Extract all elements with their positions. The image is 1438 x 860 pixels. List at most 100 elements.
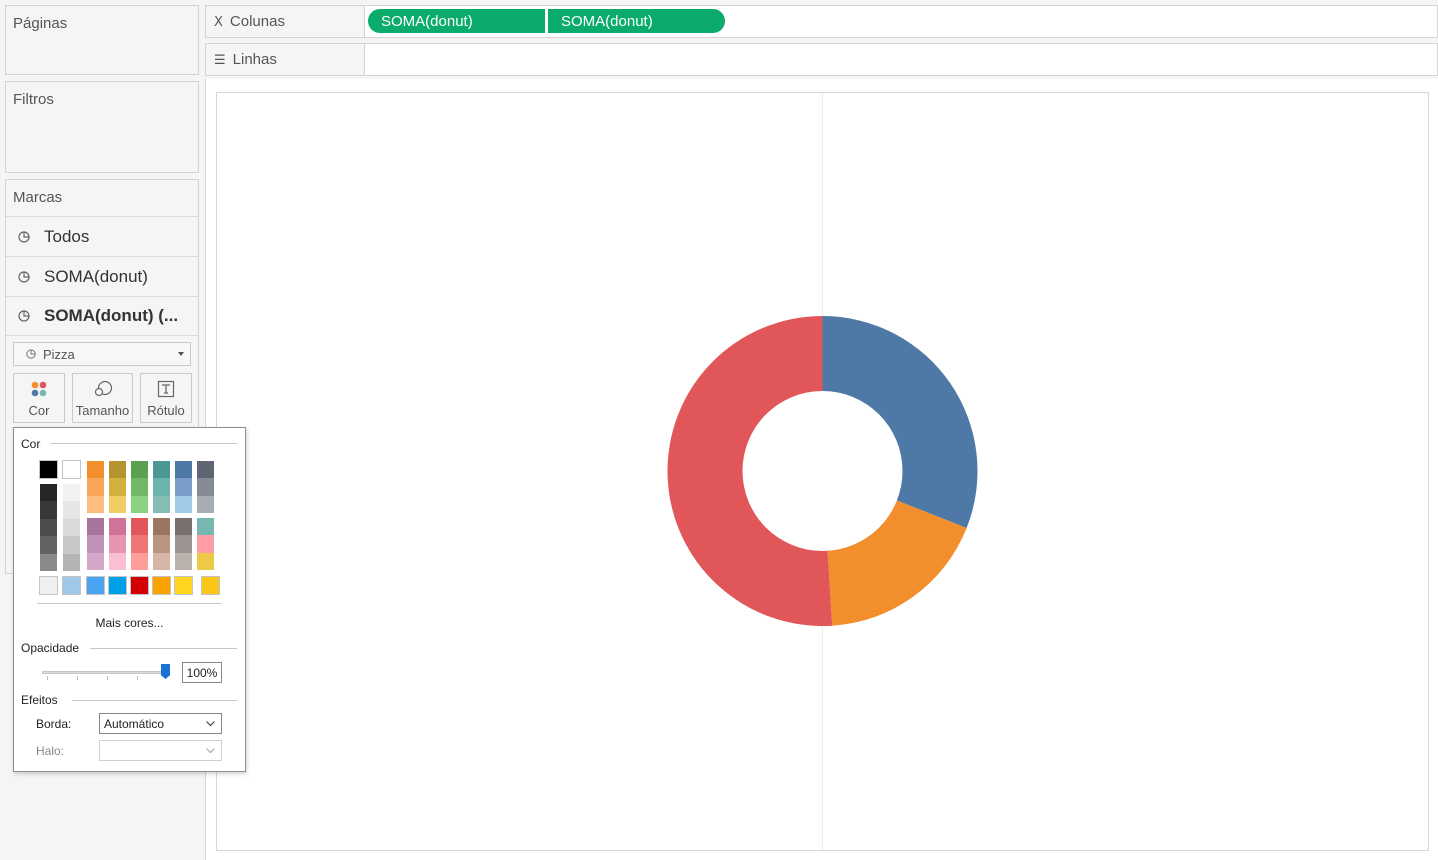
color-swatch[interactable] [87, 535, 104, 553]
more-colors-link[interactable]: Mais cores... [14, 616, 245, 630]
columns-label-text: Colunas [229, 13, 285, 30]
color-swatch-standard[interactable] [62, 576, 81, 595]
color-swatch[interactable] [131, 535, 148, 553]
color-button[interactable]: Cor [13, 373, 65, 423]
color-swatch[interactable] [131, 461, 148, 479]
color-swatch[interactable] [109, 535, 126, 553]
size-button-label: Tamanho [75, 403, 130, 418]
color-swatch[interactable] [87, 478, 104, 496]
color-swatch-standard[interactable] [39, 576, 58, 595]
color-swatch[interactable] [197, 478, 214, 496]
color-swatch[interactable] [153, 495, 170, 514]
color-swatch[interactable] [87, 518, 104, 536]
color-swatch[interactable] [197, 461, 214, 479]
divider [90, 648, 237, 649]
divider [37, 603, 222, 604]
color-swatch[interactable] [109, 461, 126, 479]
color-swatch-gray-light[interactable] [63, 553, 80, 571]
color-swatch-gray-light[interactable] [63, 484, 80, 502]
color-swatch-gray-light[interactable] [63, 536, 80, 554]
color-swatch[interactable] [197, 518, 214, 536]
color-swatch-standard[interactable] [152, 576, 171, 595]
label-button[interactable]: Rótulo [140, 373, 192, 423]
marks-row-label: SOMA(donut) [44, 266, 148, 286]
color-swatch-gray-dark[interactable] [40, 553, 57, 571]
color-swatch[interactable] [153, 461, 170, 479]
color-swatch-black[interactable] [39, 460, 58, 479]
color-swatch[interactable] [175, 478, 192, 496]
color-swatch-standard[interactable] [201, 576, 220, 595]
color-swatch[interactable] [87, 495, 104, 514]
color-swatch-gray-light[interactable] [63, 501, 80, 519]
columns-shelf-label: Ⅹ Colunas [206, 6, 365, 37]
color-swatch[interactable] [153, 535, 170, 553]
view-frame [216, 92, 1429, 851]
pages-card[interactable]: Páginas [5, 5, 199, 75]
filters-title: Filtros [13, 91, 54, 108]
pill-label: SOMA(donut) [561, 12, 653, 30]
color-swatch[interactable] [109, 518, 126, 536]
rows-shelf[interactable]: ☰ Linhas [205, 43, 1438, 76]
color-swatch[interactable] [175, 535, 192, 553]
color-swatch[interactable] [131, 478, 148, 496]
color-swatch-standard[interactable] [86, 576, 105, 595]
color-swatch-standard[interactable] [108, 576, 127, 595]
color-button-label: Cor [28, 403, 50, 418]
color-swatch[interactable] [109, 478, 126, 496]
pie-icon [18, 270, 30, 283]
column-pill-1[interactable]: SOMA(donut) [368, 9, 545, 33]
border-dropdown[interactable]: Automático [99, 713, 222, 734]
color-dots-icon [31, 381, 47, 397]
color-swatch-gray-dark[interactable] [40, 484, 57, 502]
color-swatch-standard[interactable] [174, 576, 193, 595]
color-swatch[interactable] [153, 518, 170, 536]
marks-row-soma-donut[interactable]: SOMA(donut) [6, 256, 198, 296]
rows-icon: ☰ [214, 51, 226, 67]
filters-card[interactable]: Filtros [5, 81, 199, 173]
color-swatch[interactable] [131, 518, 148, 536]
color-swatch[interactable] [175, 552, 192, 571]
columns-shelf[interactable]: Ⅹ Colunas SOMA(donut) SOMA(donut) [205, 5, 1438, 38]
opacity-input[interactable]: 100% [182, 662, 222, 683]
marks-row-soma-donut-2[interactable]: SOMA(donut) (... [6, 296, 198, 336]
color-swatch-gray-dark[interactable] [40, 536, 57, 554]
pages-title: Páginas [13, 15, 68, 32]
color-section-title: Cor [21, 437, 47, 451]
color-swatch[interactable] [109, 495, 126, 514]
size-icon [94, 380, 112, 397]
divider [72, 700, 237, 701]
halo-dropdown[interactable] [99, 740, 222, 761]
color-swatch[interactable] [175, 461, 192, 479]
color-swatch[interactable] [153, 478, 170, 496]
color-swatch[interactable] [153, 552, 170, 571]
color-swatch[interactable] [197, 552, 214, 571]
pie-icon [18, 230, 30, 243]
column-pill-2[interactable]: SOMA(donut) [548, 9, 725, 33]
opacity-slider-thumb[interactable] [161, 664, 170, 679]
size-button[interactable]: Tamanho [72, 373, 133, 423]
color-swatch[interactable] [109, 552, 126, 571]
border-label: Borda: [36, 717, 72, 731]
color-popup: Cor Mais cores... Opacidade 100% Efeitos… [13, 427, 246, 772]
marks-row-label: Todos [44, 226, 90, 246]
color-swatch[interactable] [87, 552, 104, 571]
color-swatch[interactable] [175, 495, 192, 514]
color-swatch[interactable] [131, 552, 148, 571]
marks-row-todos[interactable]: Todos [6, 216, 198, 256]
color-swatch[interactable] [87, 461, 104, 479]
color-swatch-gray-dark[interactable] [40, 501, 57, 519]
color-swatch[interactable] [197, 495, 214, 514]
color-swatch-white[interactable] [62, 460, 81, 479]
color-swatch[interactable] [175, 518, 192, 536]
mark-type-dropdown[interactable]: Pizza [13, 342, 191, 366]
color-swatch[interactable] [197, 535, 214, 553]
color-swatch[interactable] [131, 495, 148, 514]
rows-shelf-label: ☰ Linhas [206, 44, 365, 75]
color-swatch-standard[interactable] [130, 576, 149, 595]
opacity-slider-track[interactable] [42, 671, 166, 674]
pie-icon [26, 349, 36, 359]
color-swatch-gray-dark[interactable] [40, 518, 57, 537]
color-swatch-gray-light[interactable] [63, 518, 80, 537]
donut-chart[interactable] [217, 93, 1428, 850]
slider-tick [77, 676, 78, 680]
